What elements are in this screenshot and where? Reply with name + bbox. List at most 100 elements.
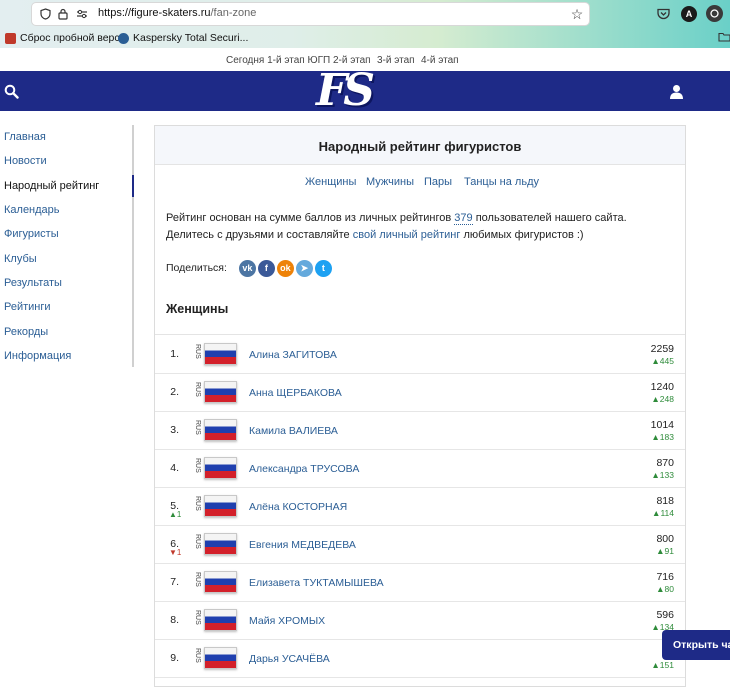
lock-icon[interactable] bbox=[56, 7, 70, 21]
skater-name-link[interactable]: Анна ЩЕРБАКОВА bbox=[249, 387, 342, 399]
user-count-link[interactable]: 379 bbox=[454, 212, 473, 225]
profile-avatar[interactable]: A bbox=[681, 6, 697, 22]
site-logo[interactable]: FS bbox=[316, 69, 380, 113]
country-code: RUS bbox=[194, 382, 201, 397]
odnoklassniki-share-icon[interactable]: ok bbox=[276, 259, 294, 277]
personal-rating-link[interactable]: свой личный рейтинг bbox=[353, 229, 461, 241]
russia-flag-icon bbox=[204, 609, 237, 631]
points-value: 1240 bbox=[650, 381, 674, 393]
telegram-share-icon[interactable]: ➤ bbox=[295, 259, 313, 277]
bookmark-label: Сброс пробной верс... bbox=[20, 32, 129, 44]
points-change: ▲91 bbox=[656, 546, 674, 556]
skater-name-link[interactable]: Елизавета ТУКТАМЫШЕВА bbox=[249, 577, 384, 589]
points-value: 800 bbox=[656, 533, 674, 545]
country-code: RUS bbox=[194, 610, 201, 625]
url-text[interactable]: https://figure-skaters.ru/fan-zone bbox=[98, 7, 256, 19]
stage-link[interactable]: 3-й этап bbox=[377, 55, 415, 66]
points-change: ▲445 bbox=[651, 356, 674, 366]
skater-name-link[interactable]: Дарья УСАЧЁВА bbox=[249, 653, 330, 665]
rank-number: 3. bbox=[170, 424, 179, 436]
sidebar-item-clubs[interactable]: Клубы bbox=[4, 253, 37, 265]
sidebar-item-home[interactable]: Главная bbox=[4, 131, 46, 143]
table-row[interactable]: 1. RUS Алина ЗАГИТОВА 2259 ▲445 bbox=[155, 335, 685, 374]
table-row[interactable]: 5. ▲1 RUS Алёна КОСТОРНАЯ 818 ▲114 bbox=[155, 487, 685, 526]
sidebar-active-indicator bbox=[132, 175, 134, 197]
country-code: RUS bbox=[194, 572, 201, 587]
user-icon[interactable] bbox=[668, 83, 685, 100]
table-row[interactable]: 2. RUS Анна ЩЕРБАКОВА 1240 ▲248 bbox=[155, 373, 685, 412]
pocket-icon[interactable] bbox=[655, 6, 671, 22]
skater-name-link[interactable]: Камила ВАЛИЕВА bbox=[249, 425, 338, 437]
russia-flag-icon bbox=[204, 457, 237, 479]
bookmark-label: Kaspersky Total Securi... bbox=[133, 32, 249, 44]
tab-men[interactable]: Мужчины bbox=[366, 176, 414, 188]
country-code: RUS bbox=[194, 496, 201, 511]
table-row[interactable]: 7. RUS Елизавета ТУКТАМЫШЕВА 716 ▲80 bbox=[155, 563, 685, 602]
sidebar-item-news[interactable]: Новости bbox=[4, 155, 47, 167]
country-code: RUS bbox=[194, 648, 201, 663]
sidebar-item-info[interactable]: Информация bbox=[4, 350, 71, 362]
stage-link[interactable]: 4-й этап bbox=[421, 55, 459, 66]
russia-flag-icon bbox=[204, 647, 237, 669]
share-bar: Поделиться: vk f ok ➤ t bbox=[166, 259, 332, 277]
panel-header: Народный рейтинг фигуристов bbox=[155, 126, 685, 165]
facebook-share-icon[interactable]: f bbox=[257, 259, 275, 277]
address-bar[interactable]: https://figure-skaters.ru/fan-zone ☆ bbox=[32, 3, 589, 25]
points-value: 2259 bbox=[650, 343, 674, 355]
sidebar-item-skaters[interactable]: Фигуристы bbox=[4, 228, 59, 240]
category-tabs: Женщины Мужчины Пары Танцы на льду bbox=[155, 176, 685, 192]
points-value: 818 bbox=[656, 495, 674, 507]
skater-name-link[interactable]: Алёна КОСТОРНАЯ bbox=[249, 501, 347, 513]
sidebar-item-results[interactable]: Результаты bbox=[4, 277, 62, 289]
rank-number: 9. bbox=[170, 652, 179, 664]
tab-pairs[interactable]: Пары bbox=[424, 176, 452, 188]
points-value: 596 bbox=[656, 609, 674, 621]
tab-ice-dance[interactable]: Танцы на льду bbox=[464, 176, 539, 188]
stage-link[interactable]: Сегодня 1-й этап ЮГП bbox=[226, 55, 330, 66]
tab-women[interactable]: Женщины bbox=[305, 176, 356, 188]
shield-icon[interactable] bbox=[38, 7, 52, 21]
rank-number: 2. bbox=[170, 386, 179, 398]
skater-name-link[interactable]: Майя ХРОМЫХ bbox=[249, 615, 325, 627]
table-row[interactable]: 6. ▼1 RUS Евгения МЕДВЕДЕВА 800 ▲91 bbox=[155, 525, 685, 564]
points-change: ▲133 bbox=[651, 470, 674, 480]
points-change: ▲80 bbox=[656, 584, 674, 594]
sidebar-item-calendar[interactable]: Календарь bbox=[4, 204, 60, 216]
rank-change: ▼1 bbox=[169, 548, 182, 557]
search-icon[interactable] bbox=[3, 83, 19, 99]
points-change: ▲183 bbox=[651, 432, 674, 442]
country-code: RUS bbox=[194, 344, 201, 359]
folder-icon[interactable] bbox=[717, 31, 730, 43]
url-path: /fan-zone bbox=[210, 7, 257, 19]
sidebar-item-fan-rating[interactable]: Народный рейтинг bbox=[4, 180, 99, 192]
bookmark-item[interactable]: Сброс пробной верс... bbox=[5, 32, 128, 44]
open-chat-button[interactable]: Открыть ча bbox=[662, 630, 730, 660]
intro-text-part: любимых фигуристов :) bbox=[460, 229, 584, 241]
bookmark-item[interactable]: Kaspersky Total Securi... bbox=[118, 32, 248, 44]
bookmark-star-icon[interactable]: ☆ bbox=[569, 6, 585, 22]
russia-flag-icon bbox=[204, 495, 237, 517]
table-row[interactable]: 4. RUS Александра ТРУСОВА 870 ▲133 bbox=[155, 449, 685, 488]
twitter-share-icon[interactable]: t bbox=[314, 259, 332, 277]
rank-number: 7. bbox=[170, 576, 179, 588]
browser-chrome: https://figure-skaters.ru/fan-zone ☆ A С… bbox=[0, 0, 730, 48]
rating-panel: Народный рейтинг фигуристов Женщины Мужч… bbox=[154, 125, 686, 687]
site-permissions-icon[interactable] bbox=[75, 7, 89, 21]
vk-share-icon[interactable]: vk bbox=[238, 259, 256, 277]
extension-icon[interactable] bbox=[706, 5, 723, 22]
rank-number: 4. bbox=[170, 462, 179, 474]
section-title: Женщины bbox=[166, 302, 229, 316]
bookmark-favicon-icon bbox=[118, 32, 129, 44]
skater-name-link[interactable]: Евгения МЕДВЕДЕВА bbox=[249, 539, 356, 551]
sidebar-item-ratings[interactable]: Рейтинги bbox=[4, 301, 51, 313]
skater-name-link[interactable]: Алина ЗАГИТОВА bbox=[249, 349, 337, 361]
russia-flag-icon bbox=[204, 381, 237, 403]
russia-flag-icon bbox=[204, 571, 237, 593]
skater-name-link[interactable]: Александра ТРУСОВА bbox=[249, 463, 359, 475]
site-header: FS bbox=[0, 69, 730, 113]
table-row[interactable]: 9.RUSДарья УСАЧЁВА5▲151 bbox=[155, 639, 685, 678]
sidebar-item-records[interactable]: Рекорды bbox=[4, 326, 48, 338]
table-row[interactable]: 8. RUS Майя ХРОМЫХ 596 ▲134 bbox=[155, 601, 685, 640]
table-row[interactable]: 3. RUS Камила ВАЛИЕВА 1014 ▲183 bbox=[155, 411, 685, 450]
page-title: Народный рейтинг фигуристов bbox=[318, 139, 522, 154]
